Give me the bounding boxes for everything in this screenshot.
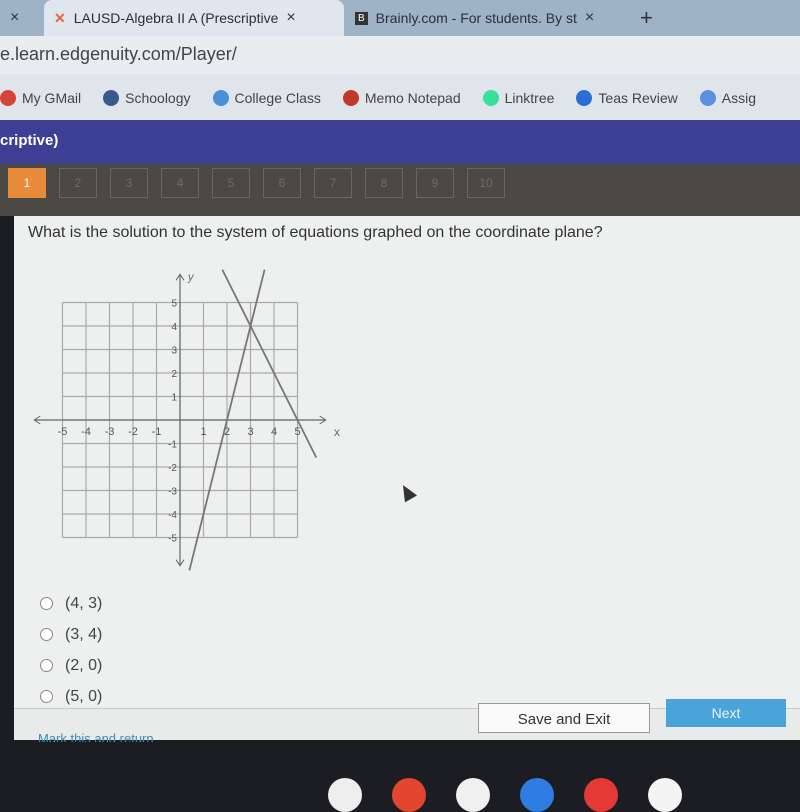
y-tick-label: 3 (171, 346, 177, 357)
bookmark-label: My GMail (22, 90, 82, 106)
dock-app-icon[interactable] (520, 778, 554, 812)
answer-label: (5, 0) (65, 687, 103, 705)
course-title: criptive) (0, 132, 59, 149)
x-tick-label: -3 (105, 426, 115, 438)
bookmark-label: Linktree (504, 90, 555, 106)
x-tick-label: -4 (81, 426, 91, 438)
dock-app-icon[interactable] (328, 778, 362, 812)
tab-label: Brainly.com - For students. By st (375, 10, 577, 26)
url-text[interactable]: e.learn.edgenuity.com/Player/ (0, 44, 237, 64)
bookmark-label: Teas Review (598, 90, 678, 106)
tab-lausd[interactable]: ✕ LAUSD-Algebra II A (Prescriptive × (44, 0, 344, 36)
x-tick-label: 5 (294, 426, 300, 438)
tab-close-partial[interactable]: × (0, 0, 44, 36)
edgenuity-logo-icon: ✕ (54, 9, 66, 26)
bookmark-item[interactable]: College Class (212, 90, 321, 106)
address-bar[interactable]: e.learn.edgenuity.com/Player/ (0, 36, 800, 74)
y-tick-label: -5 (168, 534, 177, 545)
brainly-logo-icon: B (355, 11, 368, 25)
question-nav-item[interactable]: 2 (59, 168, 97, 198)
bookmark-item[interactable]: Linktree (482, 90, 555, 106)
question-nav-item[interactable]: 5 (212, 168, 250, 198)
next-button[interactable]: Next (666, 699, 786, 727)
bookmark-item[interactable]: Teas Review (576, 90, 678, 106)
dock-app-icon[interactable] (648, 778, 682, 812)
dock-app-icon[interactable] (456, 778, 490, 812)
close-icon[interactable]: × (10, 9, 19, 27)
tab-brainly[interactable]: B Brainly.com - For students. By st × (345, 0, 625, 36)
tab-label: LAUSD-Algebra II A (Prescriptive (73, 10, 279, 26)
dock-app-icon[interactable] (584, 778, 618, 812)
close-icon[interactable]: × (286, 9, 295, 27)
question-nav-item[interactable]: 1 (8, 168, 46, 198)
question-text: What is the solution to the system of eq… (28, 224, 603, 241)
y-tick-label: -1 (168, 440, 177, 451)
x-tick-label: 3 (247, 426, 253, 438)
bookmark-label: Memo Notepad (364, 90, 461, 106)
new-tab-button[interactable]: + (630, 0, 663, 36)
radio-button[interactable] (40, 690, 53, 703)
bookmark-item[interactable]: Schoology (103, 90, 191, 106)
bookmark-icon (576, 90, 593, 106)
radio-button[interactable] (40, 628, 53, 641)
graphed-line (221, 269, 318, 459)
bookmarks-bar: My GMail Schoology College Class Memo Notep… (0, 74, 800, 122)
question-nav-item[interactable]: 9 (416, 168, 454, 198)
question-nav-item[interactable]: 3 (110, 168, 148, 198)
bookmark-label: Schoology (125, 90, 191, 106)
x-tick-label: -2 (128, 426, 138, 438)
bookmark-item[interactable]: My GMail (0, 90, 81, 106)
coordinate-plane-graph: -5 -4 -3 -2 -1 1 2 3 4 5-5-4-3-2-112345xy (33, 269, 340, 571)
question-nav: 1 2 3 4 5 6 7 8 9 10 (0, 164, 800, 216)
x-tick-label: 1 (200, 426, 206, 438)
dock-app-icon[interactable] (392, 778, 426, 812)
x-tick-label: -5 (58, 426, 68, 438)
x-axis-label: x (334, 425, 340, 439)
bookmark-label: Assig (721, 90, 757, 106)
tab-bar: × ✕ LAUSD-Algebra II A (Prescriptive × B… (0, 0, 800, 36)
answer-option[interactable]: (3, 4) (40, 619, 102, 650)
question-nav-item[interactable]: 8 (365, 168, 403, 198)
y-tick-label: -4 (168, 510, 177, 521)
bookmark-icon (103, 90, 120, 106)
y-tick-label: 2 (171, 369, 177, 380)
question-panel: What is the solution to the system of eq… (14, 216, 800, 716)
question-nav-item[interactable]: 10 (467, 168, 505, 198)
answer-label: (2, 0) (65, 656, 103, 674)
answer-label: (3, 4) (65, 625, 103, 643)
radio-button[interactable] (40, 659, 53, 672)
taskbar (0, 742, 800, 812)
y-tick-label: -3 (168, 487, 177, 498)
answer-choices: (4, 3) (3, 4) (2, 0) (5, 0) (40, 588, 102, 712)
y-tick-label: 5 (171, 299, 177, 310)
y-tick-label: 1 (171, 393, 177, 404)
bookmark-icon (482, 90, 499, 106)
bookmark-icon (342, 90, 359, 106)
y-tick-label: 4 (171, 322, 177, 333)
bookmark-label: College Class (234, 90, 321, 106)
bookmark-icon (0, 90, 16, 106)
question-nav-item[interactable]: 7 (314, 168, 352, 198)
footer-bar: Save and Exit Next Mark this and return (14, 699, 800, 746)
answer-option[interactable]: (2, 0) (40, 650, 102, 681)
bookmark-icon (699, 90, 716, 106)
bookmark-item[interactable]: Memo Notepad (342, 90, 461, 106)
radio-button[interactable] (40, 597, 53, 610)
save-and-exit-button[interactable]: Save and Exit (478, 703, 650, 733)
answer-option[interactable]: (4, 3) (40, 588, 102, 619)
question-nav-item[interactable]: 4 (161, 168, 199, 198)
x-tick-label: 4 (271, 426, 277, 438)
question-nav-item[interactable]: 6 (263, 168, 301, 198)
course-header: criptive) (0, 120, 800, 164)
bookmark-item[interactable]: Assig (699, 90, 757, 106)
answer-label: (4, 3) (65, 594, 103, 612)
bookmark-icon (212, 90, 229, 106)
x-tick-label: -1 (152, 426, 162, 438)
y-axis-label: y (187, 271, 195, 283)
y-tick-label: -2 (168, 463, 177, 474)
close-icon[interactable]: × (585, 9, 594, 27)
